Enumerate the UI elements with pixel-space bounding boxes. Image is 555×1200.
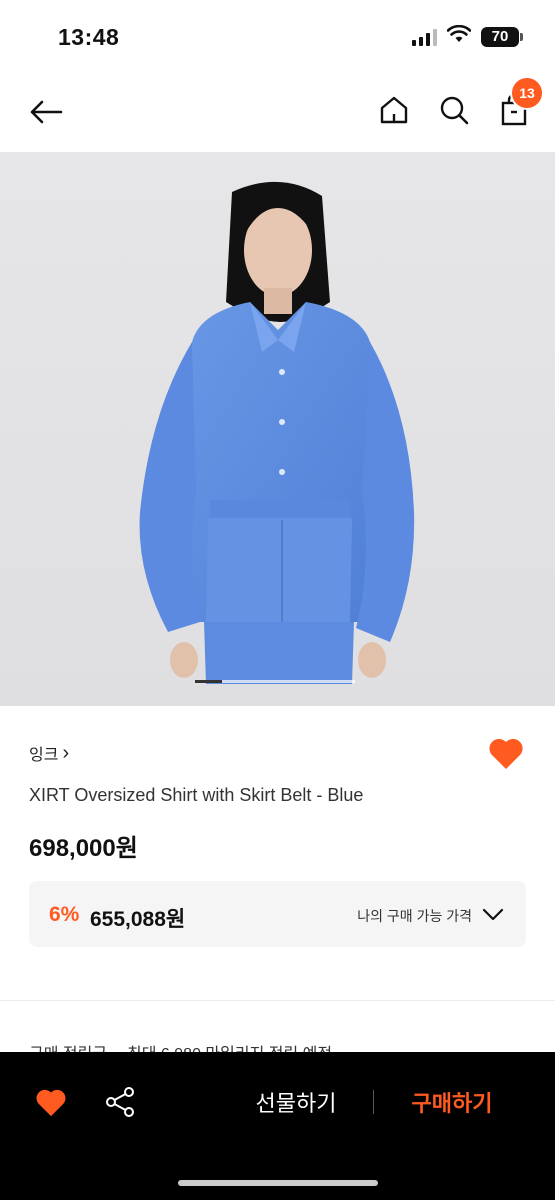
buy-button[interactable]: 구매하기 xyxy=(392,1086,512,1118)
status-bar: 13:48 70 xyxy=(0,0,555,72)
product-price: 698,000원 xyxy=(29,835,138,862)
home-indicator xyxy=(178,1180,378,1186)
battery-icon: 70 xyxy=(481,26,523,47)
home-button[interactable] xyxy=(374,90,414,130)
share-icon xyxy=(106,1087,134,1117)
product-image[interactable] xyxy=(0,152,555,706)
heart-icon xyxy=(36,1089,66,1117)
heart-icon xyxy=(489,738,523,769)
bottom-action-bar: 선물하기 구매하기 xyxy=(0,1052,555,1200)
wifi-icon xyxy=(446,24,472,48)
member-price-box[interactable]: 6% 655,088원 나의 구매 가능 가격 xyxy=(29,881,526,947)
status-icons: 70 xyxy=(412,24,523,48)
back-button[interactable] xyxy=(26,92,66,132)
image-carousel-progress xyxy=(195,680,355,683)
gift-button[interactable]: 선물하기 xyxy=(236,1086,356,1118)
signal-icon xyxy=(412,28,437,46)
image-carousel-progress-fill xyxy=(195,680,222,683)
search-icon xyxy=(440,96,469,125)
chevron-down-icon xyxy=(482,908,504,921)
section-divider xyxy=(0,1000,555,1001)
top-navigation xyxy=(0,72,555,152)
bottom-bar-separator xyxy=(373,1090,374,1114)
share-button[interactable] xyxy=(101,1082,139,1122)
cart-count-badge: 13 xyxy=(510,76,544,110)
product-name: XIRT Oversized Shirt with Skirt Belt - B… xyxy=(29,785,364,805)
brand-link[interactable]: 잉크 › xyxy=(29,741,69,765)
bottom-wishlist-button[interactable] xyxy=(32,1084,70,1122)
member-price-label: 나의 구매 가능 가격 xyxy=(357,908,472,924)
member-price: 655,088원 xyxy=(90,908,186,931)
home-icon xyxy=(380,96,408,124)
member-discount-rate: 6% xyxy=(49,903,80,926)
search-button[interactable] xyxy=(434,90,474,130)
product-photo xyxy=(139,181,415,684)
status-time: 13:48 xyxy=(58,24,120,50)
brand-name: 잉크 xyxy=(29,747,59,764)
arrow-left-icon xyxy=(30,100,63,124)
wishlist-button[interactable] xyxy=(486,734,526,774)
chevron-right-icon: › xyxy=(62,742,70,764)
